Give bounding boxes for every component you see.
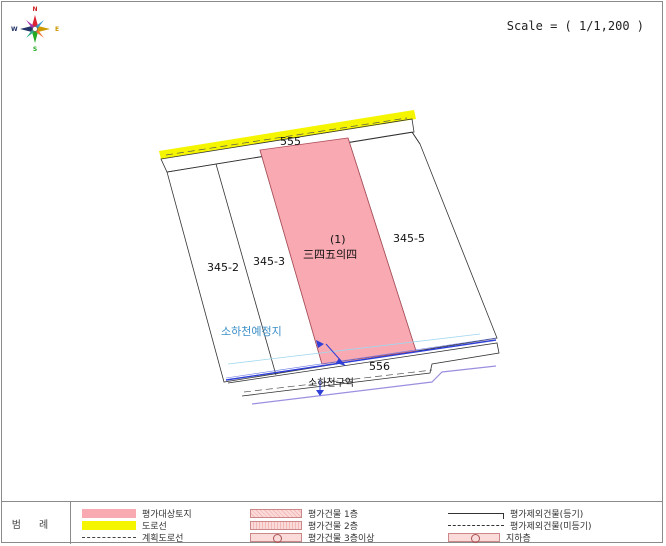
legend-excl-unreg: 평가제외건물(미등기) — [448, 519, 592, 532]
legend-planned-road: 계획도로선 — [82, 531, 184, 544]
legend-excl-reg: 평가제외건물(등기) — [448, 507, 583, 520]
label-345-3: 345-3 — [253, 255, 285, 268]
legend-title: 범례 — [8, 502, 71, 544]
legend-swatch — [448, 512, 504, 519]
label-556: 556 — [369, 360, 390, 373]
label-zone: 소하천구역 — [308, 376, 354, 389]
legend-bldg-2: 평가건물 2층 — [250, 519, 358, 532]
legend-swatch — [448, 532, 500, 543]
label-subject-num: (1) — [330, 233, 346, 246]
legend-basement: 지하층 — [448, 531, 531, 544]
label-345-2: 345-2 — [207, 261, 239, 274]
label-345-5: 345-5 — [393, 232, 425, 245]
legend-swatch — [250, 520, 302, 530]
legend-swatch — [82, 520, 136, 530]
label-555: 555 — [280, 135, 301, 148]
cadastral-map[interactable]: 555 345-2 345-3 (1) 三四五의四 345-5 556 소하천예… — [2, 2, 664, 502]
legend-bldg-1: 평가건물 1층 — [250, 507, 358, 520]
legend-swatch — [82, 508, 136, 518]
legend-eval-land: 평가대상토지 — [82, 507, 192, 520]
legend-label: 지하층 — [506, 533, 531, 544]
legend-label: 계획도로선 — [142, 533, 184, 544]
legend-swatch — [448, 524, 504, 526]
legend-swatch — [250, 508, 302, 518]
legend: 범례 평가대상토지 도로선 계획도로선 평가건물 1층 평가건물 2층 평가건물… — [2, 501, 662, 544]
map-frame: N S W E Scale = ( 1/1,200 ) 555 345-2 34… — [1, 1, 664, 544]
legend-swatch — [250, 532, 302, 543]
legend-road-line: 도로선 — [82, 519, 167, 532]
legend-bldg-3: 평가건물 3층이상 — [250, 531, 375, 544]
legend-swatch — [82, 536, 136, 538]
label-stream: 소하천예정지 — [221, 324, 282, 338]
legend-label: 평가건물 3층이상 — [308, 533, 375, 544]
label-subject: 三四五의四 — [303, 248, 357, 261]
